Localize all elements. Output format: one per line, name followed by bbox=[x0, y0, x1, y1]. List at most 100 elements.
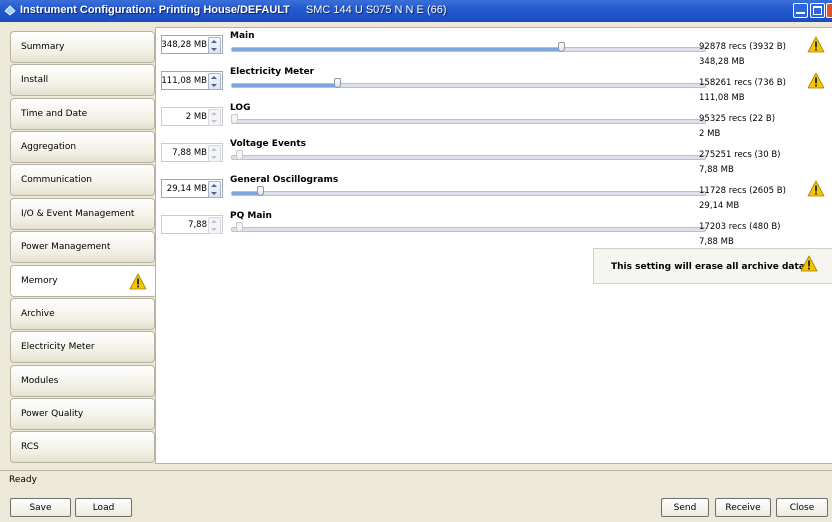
sidebar-item-label: I/O & Event Management bbox=[21, 209, 135, 219]
partition-name: Main bbox=[230, 31, 255, 41]
size-slider-thumb[interactable] bbox=[334, 78, 341, 88]
spin-down-icon[interactable] bbox=[211, 84, 217, 87]
size-spinbox[interactable]: 2 MB bbox=[161, 107, 223, 126]
sidebar-item-label: Modules bbox=[21, 376, 59, 386]
sidebar-item-power-quality[interactable]: Power Quality bbox=[10, 398, 155, 430]
spin-up-icon[interactable] bbox=[211, 220, 217, 223]
partition-name: Electricity Meter bbox=[230, 67, 315, 77]
spin-arrows[interactable] bbox=[208, 109, 221, 126]
save-button[interactable]: Save bbox=[10, 498, 71, 517]
size-slider-thumb[interactable] bbox=[231, 114, 238, 124]
sidebar-item-communication[interactable]: Communication bbox=[10, 164, 155, 196]
warning-icon bbox=[129, 273, 147, 293]
close-button[interactable]: Close bbox=[776, 498, 828, 517]
size-slider-track[interactable] bbox=[231, 119, 706, 124]
spin-up-icon[interactable] bbox=[211, 40, 217, 43]
record-count: 275251 recs (30 B) bbox=[699, 150, 781, 160]
size-slider-thumb[interactable] bbox=[236, 150, 243, 160]
partition-name: LOG bbox=[230, 103, 251, 113]
send-button[interactable]: Send bbox=[661, 498, 709, 517]
spin-up-icon[interactable] bbox=[211, 112, 217, 115]
sidebar-item-label: Summary bbox=[21, 42, 65, 52]
spin-down-icon[interactable] bbox=[211, 48, 217, 51]
size-input-value[interactable]: 7,88 bbox=[188, 220, 207, 230]
size-slider-track[interactable] bbox=[231, 83, 706, 88]
spin-arrows[interactable] bbox=[208, 145, 221, 162]
partition-name: General Oscillograms bbox=[230, 175, 339, 185]
size-input-value[interactable]: 348,28 MB bbox=[161, 40, 207, 50]
maximize-icon bbox=[813, 6, 822, 15]
title-bar: Instrument Configuration: Printing House… bbox=[0, 0, 832, 22]
sidebar-item-rcs[interactable]: RCS bbox=[10, 431, 155, 463]
sidebar-item-label: Power Management bbox=[21, 242, 111, 252]
sidebar-item-electricity-meter[interactable]: Electricity Meter bbox=[10, 331, 155, 363]
size-input-value[interactable]: 111,08 MB bbox=[161, 76, 207, 86]
receive-button[interactable]: Receive bbox=[715, 498, 771, 517]
size-input-value[interactable]: 2 MB bbox=[186, 112, 207, 122]
size-slider-track[interactable] bbox=[231, 47, 706, 52]
sidebar-item-archive[interactable]: Archive bbox=[10, 298, 155, 330]
spin-down-icon[interactable] bbox=[211, 156, 217, 159]
sidebar-item-label: Archive bbox=[21, 309, 55, 319]
spin-arrows[interactable] bbox=[208, 73, 221, 90]
device-name: SMC 144 U S075 N N E (66) bbox=[305, 4, 447, 16]
size-spinbox[interactable]: 7,88 MB bbox=[161, 143, 223, 162]
sidebar-item-label: Electricity Meter bbox=[21, 342, 95, 352]
spin-up-icon[interactable] bbox=[211, 76, 217, 79]
memory-row-log: 2 MB LOG 95325 recs (22 B) 2 MB bbox=[156, 100, 832, 139]
erase-warning-text: This setting will erase all archive data… bbox=[611, 262, 809, 272]
sidebar-item-label: Communication bbox=[21, 175, 92, 185]
partition-name: Voltage Events bbox=[230, 139, 306, 149]
sidebar-item-memory[interactable]: Memory bbox=[10, 265, 157, 297]
load-button[interactable]: Load bbox=[75, 498, 132, 517]
sidebar-item-modules[interactable]: Modules bbox=[10, 365, 155, 397]
size-spinbox[interactable]: 29,14 MB bbox=[161, 179, 223, 198]
sidebar-item-label: Memory bbox=[21, 276, 58, 286]
sidebar-item-label: Time and Date bbox=[21, 109, 88, 119]
record-count: 17203 recs (480 B) bbox=[699, 222, 781, 232]
warning-icon bbox=[807, 180, 825, 200]
sidebar-item-label: RCS bbox=[21, 442, 39, 452]
size-slider-track[interactable] bbox=[231, 155, 706, 160]
partition-name: PQ Main bbox=[230, 211, 272, 221]
memory-row-pq-main: 7,88 PQ Main 17203 recs (480 B) 7,88 MB bbox=[156, 208, 832, 247]
sidebar-item-install[interactable]: Install bbox=[10, 64, 155, 96]
record-count: 158261 recs (736 B) bbox=[699, 78, 786, 88]
minimize-button[interactable] bbox=[793, 3, 808, 18]
size-spinbox[interactable]: 111,08 MB bbox=[161, 71, 223, 90]
record-count: 95325 recs (22 B) bbox=[699, 114, 776, 124]
spin-arrows[interactable] bbox=[208, 181, 221, 198]
sidebar-item-summary[interactable]: Summary bbox=[10, 31, 155, 63]
sidebar-item-time-and-date[interactable]: Time and Date bbox=[10, 98, 155, 130]
memory-row-general-oscillograms: 29,14 MB General Oscillograms 11728 recs (… bbox=[156, 172, 832, 211]
close-window-button[interactable] bbox=[826, 3, 832, 18]
size-spinbox[interactable]: 348,28 MB bbox=[161, 35, 223, 54]
size-slider-thumb[interactable] bbox=[236, 222, 243, 232]
status-bar: Ready bbox=[0, 470, 832, 491]
warning-icon bbox=[800, 255, 818, 275]
size-spinbox[interactable]: 7,88 bbox=[161, 215, 223, 234]
warning-icon bbox=[807, 36, 825, 56]
size-input-value[interactable]: 29,14 MB bbox=[167, 184, 207, 194]
spin-arrows[interactable] bbox=[208, 217, 221, 234]
spin-arrows[interactable] bbox=[208, 37, 221, 54]
size-slider-fill bbox=[232, 84, 337, 87]
erase-warning-note: This setting will erase all archive data… bbox=[593, 248, 832, 284]
spin-down-icon[interactable] bbox=[211, 228, 217, 231]
size-slider-fill bbox=[232, 192, 260, 195]
spin-down-icon[interactable] bbox=[211, 192, 217, 195]
spin-up-icon[interactable] bbox=[211, 184, 217, 187]
size-slider-track[interactable] bbox=[231, 191, 706, 196]
memory-panel: 348,28 MB Main 92878 recs (3932 B) 348,28 M… bbox=[155, 27, 832, 464]
maximize-button[interactable] bbox=[810, 3, 825, 18]
size-slider-track[interactable] bbox=[231, 227, 706, 232]
record-count: 11728 recs (2605 B) bbox=[699, 186, 786, 196]
size-input-value[interactable]: 7,88 MB bbox=[172, 148, 207, 158]
sidebar-item-i-o-event-management[interactable]: I/O & Event Management bbox=[10, 198, 155, 230]
sidebar-item-aggregation[interactable]: Aggregation bbox=[10, 131, 155, 163]
size-slider-thumb[interactable] bbox=[257, 186, 264, 196]
spin-up-icon[interactable] bbox=[211, 148, 217, 151]
sidebar-item-power-management[interactable]: Power Management bbox=[10, 231, 155, 263]
size-slider-thumb[interactable] bbox=[558, 42, 565, 52]
spin-down-icon[interactable] bbox=[211, 120, 217, 123]
